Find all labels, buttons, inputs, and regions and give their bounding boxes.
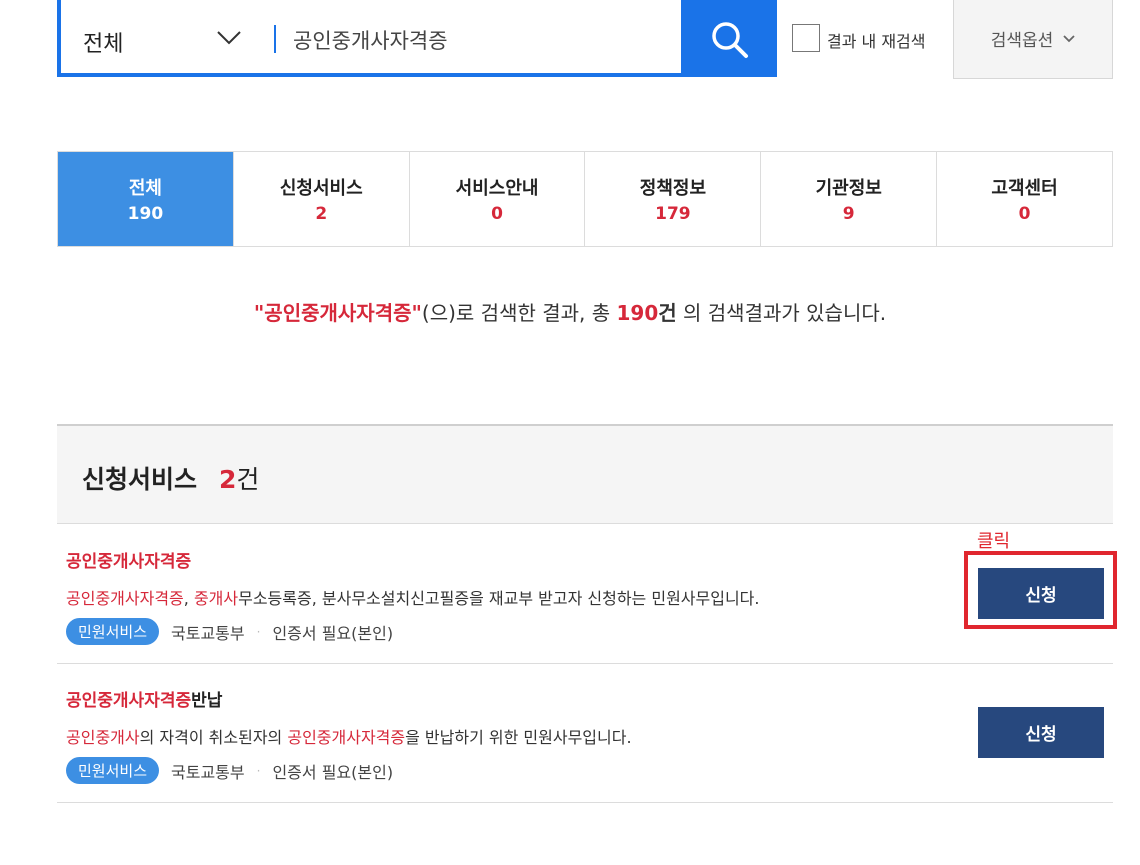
tab-label: 고객센터	[991, 178, 1058, 199]
agency-label: 국토교통부	[171, 623, 245, 643]
chevron-down-icon	[1063, 34, 1075, 42]
result-title-rest: 반납	[191, 691, 223, 711]
search-icon	[712, 21, 748, 58]
tab-count: 2	[315, 204, 328, 224]
auth-requirement: 인증서 필요(본인)	[272, 762, 394, 782]
result-item: 공인중개사자격증 공인중개사자격증, 중개사무소등록증, 분사무소설치신고필증을…	[57, 525, 1113, 664]
result-category-tabs: 전체 190 신청서비스 2 서비스안내 0 정책정보 179 기관정보 9 고…	[57, 151, 1113, 247]
tab-service-guide[interactable]: 서비스안내 0	[409, 152, 586, 246]
section-count-unit: 건	[236, 465, 260, 494]
tab-label: 전체	[128, 178, 162, 199]
result-meta: 민원서비스 국토교통부 · 인증서 필요(본인)	[66, 618, 393, 645]
tab-count: 9	[842, 204, 855, 224]
tab-customer-center[interactable]: 고객센터 0	[937, 152, 1112, 246]
desc-text: 의 자격이 취소된자의	[139, 728, 288, 747]
tab-count: 0	[491, 204, 503, 224]
service-type-badge: 민원서비스	[66, 757, 160, 784]
agency-label: 국토교통부	[171, 762, 245, 782]
search-result-summary: "공인중개사자격증"(으)로 검색한 결과, 총 190건 의 검색결과가 있습…	[0, 297, 1140, 326]
apply-button[interactable]: 신청	[978, 707, 1104, 758]
search-category-select[interactable]: 전체	[83, 26, 123, 58]
summary-keyword: "공인중개사자격증"	[253, 301, 422, 325]
search-options-button[interactable]: 검색옵션	[953, 0, 1113, 79]
search-options-label: 검색옵션	[990, 31, 1054, 51]
desc-text: ,	[183, 589, 194, 608]
search-box: 전체	[57, 0, 684, 77]
meta-separator: ·	[256, 624, 261, 639]
result-title-highlight: 공인중개사자격증	[66, 691, 192, 711]
section-title: 신청서비스	[82, 465, 198, 494]
tab-label: 정책정보	[639, 178, 707, 199]
result-title[interactable]: 공인중개사자격증	[66, 547, 191, 572]
desc-highlight: 공인중개사자격증	[66, 589, 184, 608]
refine-search-label[interactable]: 결과 내 재검색	[827, 28, 926, 52]
section-count-number: 2	[219, 465, 237, 494]
section-count: 2건	[219, 460, 259, 496]
result-item: 공인중개사자격증반납 공인중개사의 자격이 취소된자의 공인중개사자격증을 반납…	[57, 664, 1113, 803]
summary-total: 190	[616, 301, 659, 325]
search-input[interactable]	[293, 22, 673, 58]
summary-unit: 건	[658, 301, 677, 325]
result-title[interactable]: 공인중개사자격증반납	[66, 686, 222, 711]
desc-highlight: 공인중개사자격증	[287, 728, 406, 747]
summary-suffix: 의 검색결과가 있습니다.	[676, 301, 887, 325]
click-annotation-box	[964, 551, 1117, 629]
tab-label: 기관정보	[815, 178, 882, 199]
search-button[interactable]	[681, 0, 777, 77]
summary-middle: (으)로 검색한 결과, 총	[421, 301, 617, 325]
meta-separator: ·	[256, 763, 261, 778]
tab-agency-info[interactable]: 기관정보 9	[761, 152, 938, 246]
desc-highlight: 공인중개사	[66, 728, 140, 747]
result-description: 공인중개사자격증, 중개사무소등록증, 분사무소설치신고필증을 재교부 받고자 …	[66, 585, 759, 609]
tab-policy-info[interactable]: 정책정보 179	[585, 152, 762, 246]
tab-count: 0	[1018, 204, 1031, 224]
refine-search-checkbox[interactable]	[792, 24, 820, 52]
tab-all[interactable]: 전체 190	[58, 152, 234, 246]
tab-label: 서비스안내	[455, 178, 539, 199]
desc-text: 을 반납하기 위한 민원사무입니다.	[405, 728, 632, 747]
tab-application-service[interactable]: 신청서비스 2	[233, 152, 410, 246]
result-meta: 민원서비스 국토교통부 · 인증서 필요(본인)	[66, 757, 393, 784]
result-title-highlight: 공인중개사자격증	[66, 552, 192, 572]
auth-requirement: 인증서 필요(본인)	[272, 623, 394, 643]
click-annotation-label: 클릭	[977, 531, 1011, 552]
desc-highlight: 중개사	[193, 589, 239, 608]
tab-count: 179	[655, 204, 691, 224]
service-type-badge: 민원서비스	[66, 618, 160, 645]
section-header: 신청서비스 2건	[57, 424, 1113, 524]
search-divider	[274, 25, 276, 53]
result-description: 공인중개사의 자격이 취소된자의 공인중개사자격증을 반납하기 위한 민원사무입…	[66, 724, 632, 748]
tab-count: 190	[127, 204, 164, 224]
chevron-down-icon[interactable]	[217, 31, 241, 45]
tab-label: 신청서비스	[279, 178, 363, 199]
desc-text: 무소등록증, 분사무소설치신고필증을 재교부 받고자 신청하는 민원사무입니다.	[238, 589, 760, 608]
